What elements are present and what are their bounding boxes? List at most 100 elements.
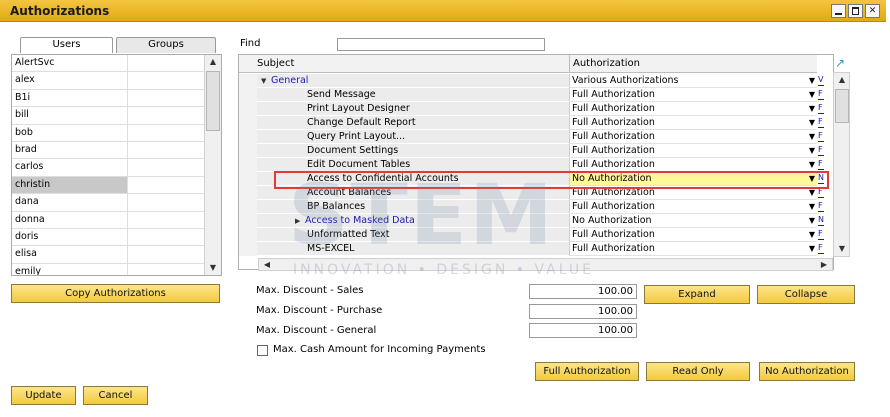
authorization-select[interactable]: Full Authorization ▼ [569, 158, 817, 172]
table-row[interactable]: Change Default Report Full Authorization… [239, 116, 833, 130]
max-cash-checkbox[interactable] [257, 345, 268, 356]
list-item[interactable]: donna [12, 211, 221, 229]
authorization-select[interactable]: Full Authorization ▼ [569, 88, 817, 102]
link-arrow-icon[interactable]: F [818, 201, 824, 212]
chevron-down-icon[interactable]: ▼ [809, 228, 815, 241]
authorization-select[interactable]: Full Authorization ▼ [569, 102, 817, 116]
table-row[interactable]: Print Layout Designer Full Authorization… [239, 102, 833, 116]
chevron-down-icon[interactable]: ▼ [809, 144, 815, 157]
authorization-select[interactable]: Full Authorization ▼ [569, 200, 817, 214]
authorization-select[interactable]: Full Authorization ▼ [569, 242, 817, 256]
list-item[interactable]: emily [12, 263, 221, 275]
link-arrow-icon[interactable]: F [818, 103, 824, 114]
chevron-down-icon[interactable]: ▼ [809, 200, 815, 213]
expand-arrow-icon[interactable]: ↗ [833, 56, 847, 70]
authorization-select[interactable]: Full Authorization ▼ [569, 144, 817, 158]
chevron-down-icon[interactable]: ▼ [809, 214, 815, 227]
cancel-button[interactable]: Cancel [83, 386, 148, 405]
scroll-down-icon[interactable]: ▼ [834, 242, 850, 256]
user-group-tabs: Users Groups [20, 37, 216, 53]
chevron-down-icon[interactable]: ▼ [809, 74, 815, 87]
chevron-down-icon[interactable]: ▼ [809, 130, 815, 143]
authorization-select[interactable]: Full Authorization ▼ [569, 228, 817, 242]
list-item[interactable]: brad [12, 141, 221, 160]
max-discount-purchase-field[interactable]: 100.00 [529, 304, 637, 319]
link-arrow-icon[interactable]: F [818, 243, 824, 254]
link-arrow-icon[interactable]: F [818, 145, 824, 156]
link-arrow-icon[interactable]: F [818, 159, 824, 170]
copy-authorizations-button[interactable]: Copy Authorizations [11, 284, 220, 303]
table-row[interactable]: Send Message Full Authorization ▼ F [239, 88, 833, 102]
no-authorization-button[interactable]: No Authorization [759, 362, 855, 381]
scroll-down-icon[interactable]: ▼ [205, 261, 221, 275]
list-item[interactable]: elisa [12, 246, 221, 264]
list-item[interactable]: doris [12, 228, 221, 247]
tab-users[interactable]: Users [20, 37, 113, 53]
list-item[interactable]: bob [12, 124, 221, 142]
column-header-authorization[interactable]: Authorization [569, 55, 817, 73]
tab-groups[interactable]: Groups [116, 37, 216, 53]
chevron-down-icon[interactable]: ▼ [809, 116, 815, 129]
title-bar[interactable]: Authorizations ✕ [0, 0, 886, 22]
expand-button[interactable]: Expand [644, 285, 750, 304]
scroll-thumb[interactable] [835, 89, 849, 123]
link-arrow-icon[interactable]: F [818, 131, 824, 142]
chevron-down-icon[interactable]: ▼ [809, 158, 815, 171]
max-cash-label: Max. Cash Amount for Incoming Payments [273, 344, 486, 355]
update-button[interactable]: Update [11, 386, 76, 405]
scroll-thumb[interactable] [206, 71, 220, 131]
table-row[interactable]: ▼ General Various Authorizations ▼ V [239, 74, 833, 88]
find-label: Find [240, 38, 261, 49]
chevron-down-icon[interactable]: ▼ [809, 88, 815, 101]
list-item[interactable]: carlos [12, 159, 221, 177]
chevron-down-icon[interactable]: ▼ [809, 172, 815, 185]
close-icon[interactable]: ✕ [865, 4, 880, 18]
list-item[interactable]: AlertSvc [12, 55, 221, 73]
authorization-select[interactable]: Full Authorization ▼ [569, 116, 817, 130]
max-discount-general-field[interactable]: 100.00 [529, 323, 637, 338]
collapse-button[interactable]: Collapse [757, 285, 855, 304]
row-subject: Query Print Layout... [257, 130, 569, 144]
list-item[interactable]: B1i [12, 89, 221, 108]
authorization-select[interactable]: No Authorization ▼ [569, 172, 817, 186]
user-list-scrollbar[interactable]: ▲ ▼ [204, 55, 221, 275]
watermark-logo: STEM [288, 166, 555, 264]
chevron-down-icon[interactable]: ▼ [809, 102, 815, 115]
user-name: carlos [12, 159, 128, 176]
grid-vertical-scrollbar[interactable]: ▲ ▼ [833, 72, 850, 257]
list-item[interactable]: dana [12, 194, 221, 212]
collapse-caret-icon[interactable]: ▼ [261, 75, 271, 88]
chevron-down-icon[interactable]: ▼ [809, 186, 815, 199]
list-item[interactable]: bill [12, 107, 221, 125]
user-list[interactable]: AlertSvc alex B1i bill bob brad carlos c… [11, 54, 222, 276]
find-input[interactable] [337, 38, 545, 51]
max-discount-sales-field[interactable]: 100.00 [529, 284, 637, 299]
authorization-select[interactable]: No Authorization ▼ [569, 214, 817, 228]
link-arrow-icon[interactable]: N [818, 173, 824, 184]
scroll-right-icon[interactable]: ▶ [816, 258, 832, 272]
authorization-select[interactable]: Various Authorizations ▼ [569, 74, 817, 88]
table-row[interactable]: Query Print Layout... Full Authorization… [239, 130, 833, 144]
table-row[interactable]: Document Settings Full Authorization ▼ F [239, 144, 833, 158]
scroll-left-icon[interactable]: ◀ [259, 258, 275, 272]
full-authorization-button[interactable]: Full Authorization [535, 362, 639, 381]
link-arrow-icon[interactable]: F [818, 117, 824, 128]
row-subject: Change Default Report [257, 116, 569, 130]
link-arrow-icon[interactable]: F [818, 89, 824, 100]
scroll-up-icon[interactable]: ▲ [205, 55, 221, 69]
maximize-icon[interactable] [848, 4, 863, 18]
link-arrow-icon[interactable]: N [818, 215, 824, 226]
list-item[interactable]: alex [12, 72, 221, 90]
link-arrow-icon[interactable]: V [818, 75, 824, 86]
scroll-up-icon[interactable]: ▲ [834, 73, 850, 87]
list-item-selected[interactable]: christin [12, 176, 221, 195]
link-arrow-icon[interactable]: F [818, 187, 824, 198]
authorization-select[interactable]: Full Authorization ▼ [569, 186, 817, 200]
column-header-subject[interactable]: Subject [257, 58, 294, 69]
row-subject: Print Layout Designer [257, 102, 569, 116]
minimize-icon[interactable] [831, 4, 846, 18]
link-arrow-icon[interactable]: F [818, 229, 824, 240]
chevron-down-icon[interactable]: ▼ [809, 242, 815, 255]
authorization-select[interactable]: Full Authorization ▼ [569, 130, 817, 144]
read-only-button[interactable]: Read Only [646, 362, 750, 381]
